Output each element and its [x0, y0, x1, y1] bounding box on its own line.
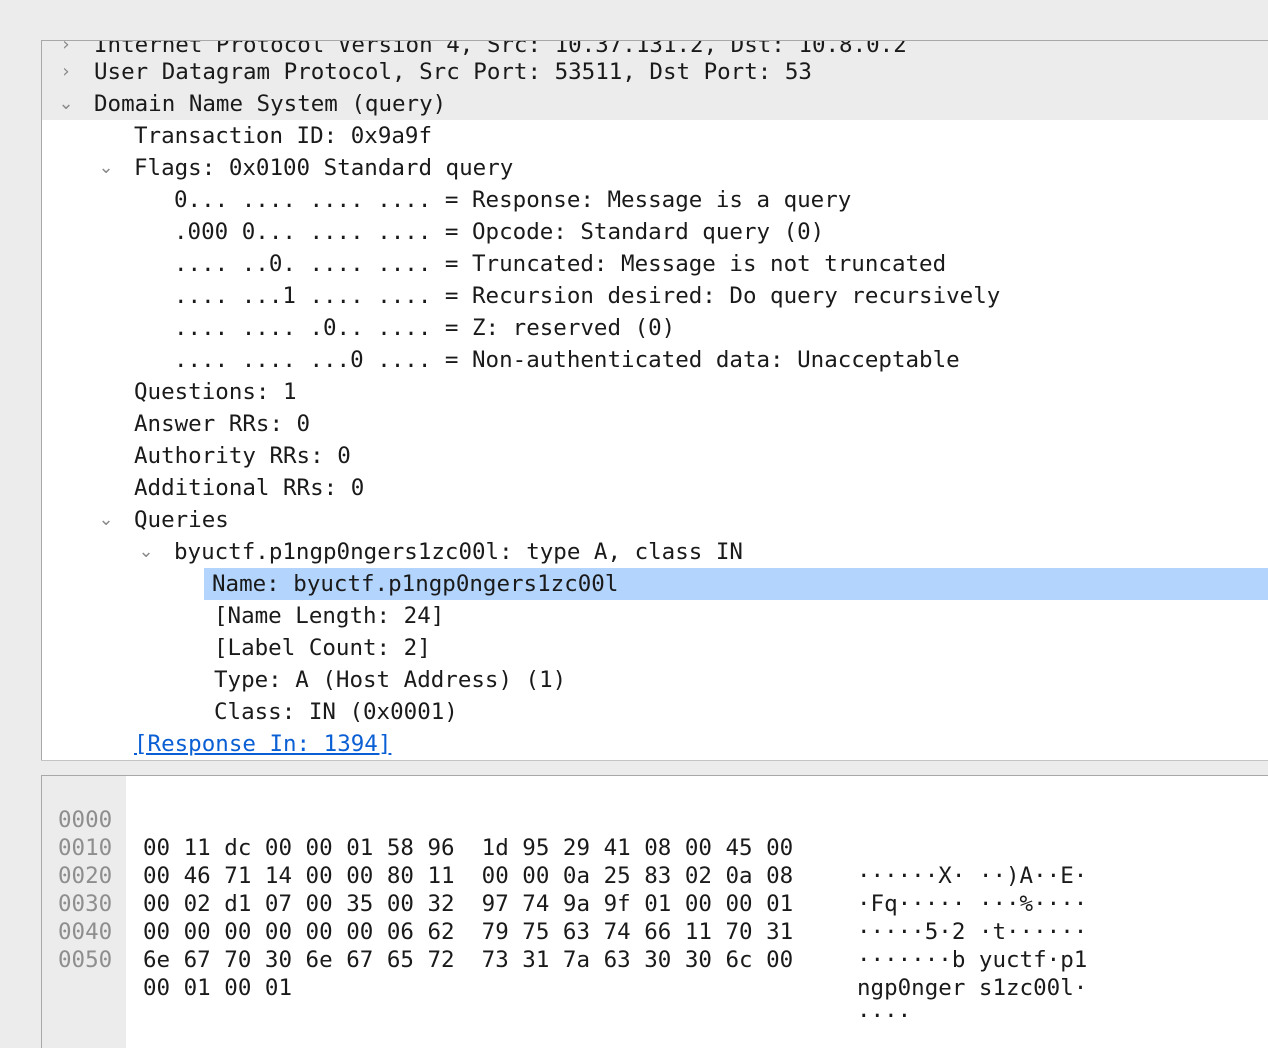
packet-details-tree: › Internet Protocol Version 4, Src: 10.3…	[41, 40, 1268, 761]
tree-row-flag-truncated[interactable]: .... ..0. .... .... = Truncated: Message…	[42, 248, 1268, 280]
tree-row-flag-opcode[interactable]: .000 0... .... .... = Opcode: Standard q…	[42, 216, 1268, 248]
ascii-bytes[interactable]: ····	[857, 1002, 911, 1030]
tree-row-flag-nonauth[interactable]: .... .... ...0 .... = Non-authenticated …	[42, 344, 1268, 376]
type-label: Type: A (Host Address) (1)	[214, 667, 567, 693]
bytes-row: 0050 00 01 00 01 ····	[42, 918, 911, 1029]
chevron-down-icon[interactable]: ⌄	[94, 152, 118, 184]
ascii-bytes[interactable]: ······X· ··)A··E·	[857, 862, 1087, 890]
tree-row-class[interactable]: Class: IN (0x0001)	[42, 696, 1268, 728]
response-in-link[interactable]: [Response In: 1394]	[134, 728, 391, 760]
chevron-down-icon[interactable]: ⌄	[94, 504, 118, 536]
tree-row-flags[interactable]: ⌄ Flags: 0x0100 Standard query	[42, 152, 1268, 184]
tree-row-queries[interactable]: ⌄ Queries	[42, 504, 1268, 536]
chevron-down-icon[interactable]: ⌄	[54, 88, 78, 120]
ascii-bytes[interactable]: ·······b yuctf·p1	[857, 946, 1087, 974]
tree-row-udp[interactable]: › User Datagram Protocol, Src Port: 5351…	[42, 56, 1268, 88]
tree-label-udp: User Datagram Protocol, Src Port: 53511,…	[94, 59, 812, 85]
tree-row-transaction-id[interactable]: Transaction ID: 0x9a9f	[42, 120, 1268, 152]
tree-label-dns: Domain Name System (query)	[94, 91, 447, 117]
tree-row-questions[interactable]: Questions: 1	[42, 376, 1268, 408]
byte-offset: 0050	[58, 947, 113, 973]
hex-bytes[interactable]: 6e 67 70 30 6e 67 65 72 73 31 7a 63 30 3…	[143, 946, 793, 974]
flag-bit-label: .... ...1 .... .... = Recursion desired:…	[174, 283, 1001, 309]
bytes-row: 0000 00 11 dc 00 00 01 58 96 1d 95 29 41…	[42, 778, 1087, 889]
hex-bytes[interactable]: 00 02 d1 07 00 35 00 32 97 74 9a 9f 01 0…	[143, 890, 793, 918]
ascii-bytes[interactable]: ·Fq····· ···%····	[857, 890, 1087, 918]
additional-rrs-label: Additional RRs: 0	[134, 475, 365, 501]
tree-row-query-name[interactable]: Name: byuctf.p1ngp0ngers1zc00l	[42, 568, 1268, 600]
tree-row-flag-z[interactable]: .... .... .0.. .... = Z: reserved (0)	[42, 312, 1268, 344]
ascii-bytes[interactable]: ngp0nger s1zc00l·	[857, 974, 1087, 1002]
query-name-label: Name: byuctf.p1ngp0ngers1zc00l	[212, 571, 619, 597]
packet-bytes-pane: 0000 00 11 dc 00 00 01 58 96 1d 95 29 41…	[41, 776, 1268, 1048]
tree-row-flag-recursion[interactable]: .... ...1 .... .... = Recursion desired:…	[42, 280, 1268, 312]
name-length-label: [Name Length: 24]	[214, 603, 445, 629]
flags-label: Flags: 0x0100 Standard query	[134, 155, 514, 181]
queries-label: Queries	[134, 507, 229, 533]
tree-row-type[interactable]: Type: A (Host Address) (1)	[42, 664, 1268, 696]
tree-row-authority-rrs[interactable]: Authority RRs: 0	[42, 440, 1268, 472]
label-count-label: [Label Count: 2]	[214, 635, 431, 661]
tree-row-dns[interactable]: ⌄ Domain Name System (query)	[42, 88, 1268, 120]
tree-row-additional-rrs[interactable]: Additional RRs: 0	[42, 472, 1268, 504]
tree-row-answer-rrs[interactable]: Answer RRs: 0	[42, 408, 1268, 440]
tree-row-query-entry[interactable]: ⌄ byuctf.p1ngp0ngers1zc00l: type A, clas…	[42, 536, 1268, 568]
flag-bit-label: .000 0... .... .... = Opcode: Standard q…	[174, 219, 825, 245]
transaction-id-label: Transaction ID: 0x9a9f	[134, 123, 433, 149]
hex-bytes[interactable]: 00 11 dc 00 00 01 58 96 1d 95 29 41 08 0…	[143, 834, 793, 862]
authority-rrs-label: Authority RRs: 0	[134, 443, 351, 469]
bytes-row: 0040 6e 67 70 30 6e 67 65 72 73 31 7a 63…	[42, 890, 1087, 1001]
ascii-bytes[interactable]: ·····5·2 ·t······	[857, 918, 1087, 946]
answer-rrs-label: Answer RRs: 0	[134, 411, 311, 437]
chevron-down-icon[interactable]: ⌄	[134, 536, 158, 568]
flag-bit-label: .... ..0. .... .... = Truncated: Message…	[174, 251, 947, 277]
flag-bit-label: .... .... .0.. .... = Z: reserved (0)	[174, 315, 676, 341]
bytes-row: 0030 00 00 00 00 00 00 06 62 79 75 63 74…	[42, 862, 1087, 973]
questions-label: Questions: 1	[134, 379, 297, 405]
query-entry-label: byuctf.p1ngp0ngers1zc00l: type A, class …	[174, 539, 743, 565]
chevron-right-icon[interactable]: ›	[54, 56, 78, 88]
flag-bit-label: 0... .... .... .... = Response: Message …	[174, 187, 852, 213]
bytes-row: 0010 00 46 71 14 00 00 80 11 00 00 0a 25…	[42, 806, 1087, 917]
flag-bit-label: .... .... ...0 .... = Non-authenticated …	[174, 347, 960, 373]
tree-row-name-length[interactable]: [Name Length: 24]	[42, 600, 1268, 632]
tree-row-response-in[interactable]: [Response In: 1394]	[42, 728, 1268, 760]
pane-splitter[interactable]	[41, 760, 1268, 776]
hex-bytes[interactable]: 00 01 00 01	[143, 974, 292, 1002]
tree-row-flag-response[interactable]: 0... .... .... .... = Response: Message …	[42, 184, 1268, 216]
tree-row-label-count[interactable]: [Label Count: 2]	[42, 632, 1268, 664]
bytes-row: 0020 00 02 d1 07 00 35 00 32 97 74 9a 9f…	[42, 834, 1087, 945]
hex-bytes[interactable]: 00 46 71 14 00 00 80 11 00 00 0a 25 83 0…	[143, 862, 793, 890]
hex-bytes[interactable]: 00 00 00 00 00 00 06 62 79 75 63 74 66 1…	[143, 918, 793, 946]
class-label: Class: IN (0x0001)	[214, 699, 458, 725]
